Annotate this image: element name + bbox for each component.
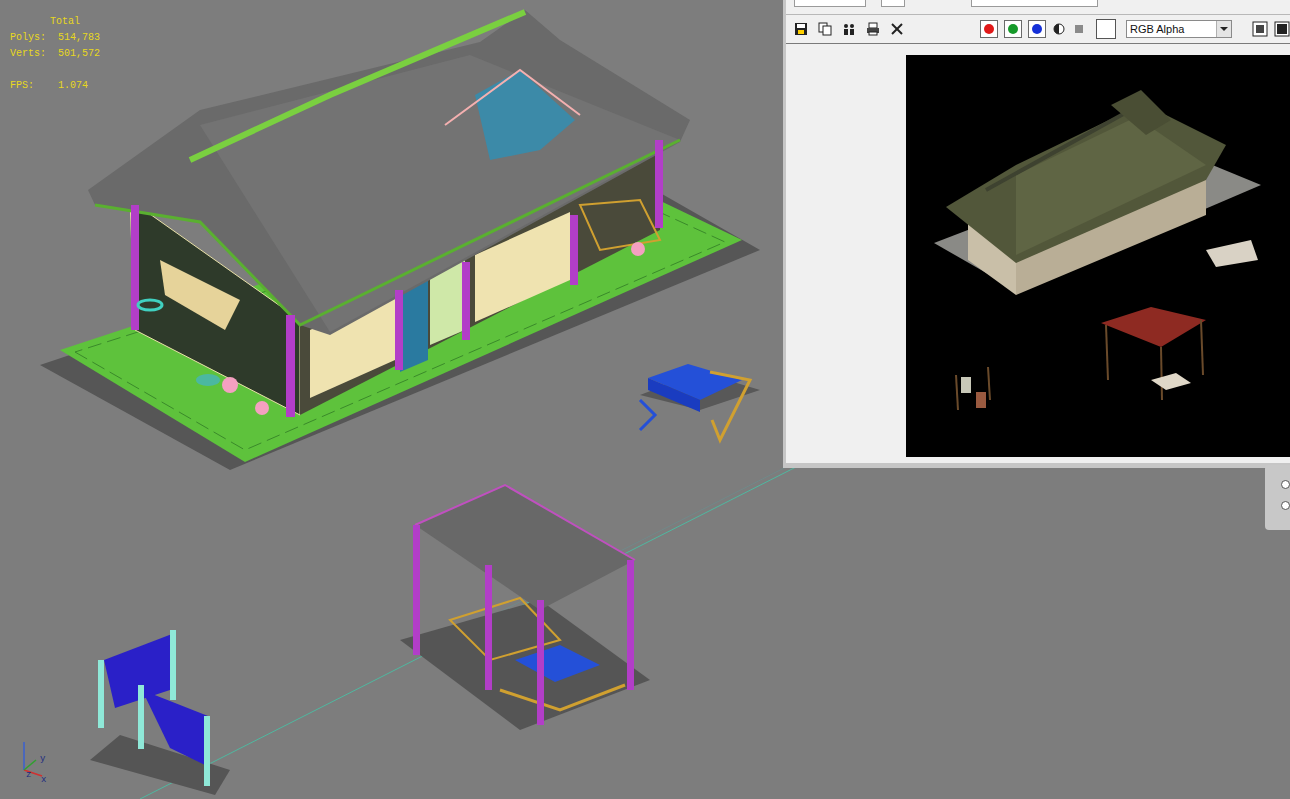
fps-line: FPS:1.074	[10, 78, 100, 94]
axis-label: x	[41, 776, 46, 785]
channel-toggle[interactable]	[1028, 20, 1046, 38]
render-frame-window[interactable]: RGB Alpha	[783, 0, 1290, 468]
pillar	[395, 290, 403, 370]
house-model[interactable]	[40, 10, 760, 470]
mono-icon[interactable]	[1072, 22, 1086, 36]
stats-line: Polys:514,783	[10, 30, 100, 46]
command-panel-edge	[1265, 465, 1290, 530]
canopy	[415, 485, 635, 610]
dormer	[475, 70, 575, 160]
tent-model[interactable]	[400, 485, 650, 730]
render-tent	[1101, 307, 1206, 347]
axis-label: y	[40, 755, 45, 764]
render-settings-strip	[786, 0, 1290, 15]
channel-toggle[interactable]	[1004, 20, 1022, 38]
crates	[580, 200, 660, 250]
pillar	[131, 205, 139, 330]
stats-line: Verts:501,572	[10, 46, 100, 62]
alpha-icon[interactable]	[1052, 22, 1066, 36]
max-viewport[interactable]: y x z TotalPolys:514,783Verts:501,572 FPS:1.…	[0, 0, 1290, 799]
color-swatch[interactable]	[1096, 19, 1116, 39]
pillar	[485, 565, 492, 690]
roof-ridge	[190, 12, 525, 160]
render-toolbar: RGB Alpha	[786, 15, 1290, 44]
roof	[88, 10, 690, 335]
pillar	[627, 560, 634, 690]
shutter	[160, 260, 240, 330]
save-icon[interactable]	[794, 22, 808, 36]
channel-display-dropdown[interactable]: RGB Alpha	[1126, 20, 1232, 38]
copy-icon[interactable]	[818, 22, 832, 36]
channel-toggle[interactable]	[980, 20, 998, 38]
axis-label: z	[26, 771, 31, 780]
pillar	[570, 215, 578, 285]
grid-line	[140, 465, 800, 799]
stats-title: Total	[10, 14, 100, 30]
radio-button[interactable]	[1281, 501, 1290, 510]
field[interactable]	[881, 0, 905, 7]
split-view-icon[interactable]	[1252, 21, 1268, 37]
print-icon[interactable]	[866, 22, 880, 36]
banner-rack-model[interactable]	[90, 630, 230, 795]
render-body	[786, 44, 1290, 463]
pillar	[286, 315, 295, 417]
display-icon[interactable]	[1274, 21, 1290, 37]
pillar	[413, 525, 420, 655]
radio-button[interactable]	[1281, 480, 1290, 489]
clone-icon[interactable]	[842, 22, 856, 36]
pillar	[537, 600, 544, 725]
pillar	[462, 262, 470, 340]
render-roof	[946, 107, 1226, 263]
clear-icon[interactable]	[890, 22, 904, 36]
rendered-image	[906, 55, 1290, 457]
table-model[interactable]	[640, 364, 760, 440]
pillar	[655, 140, 663, 228]
field[interactable]	[971, 0, 1098, 7]
stats-overlay: TotalPolys:514,783Verts:501,572 FPS:1.074	[10, 14, 100, 94]
field[interactable]	[794, 0, 866, 7]
